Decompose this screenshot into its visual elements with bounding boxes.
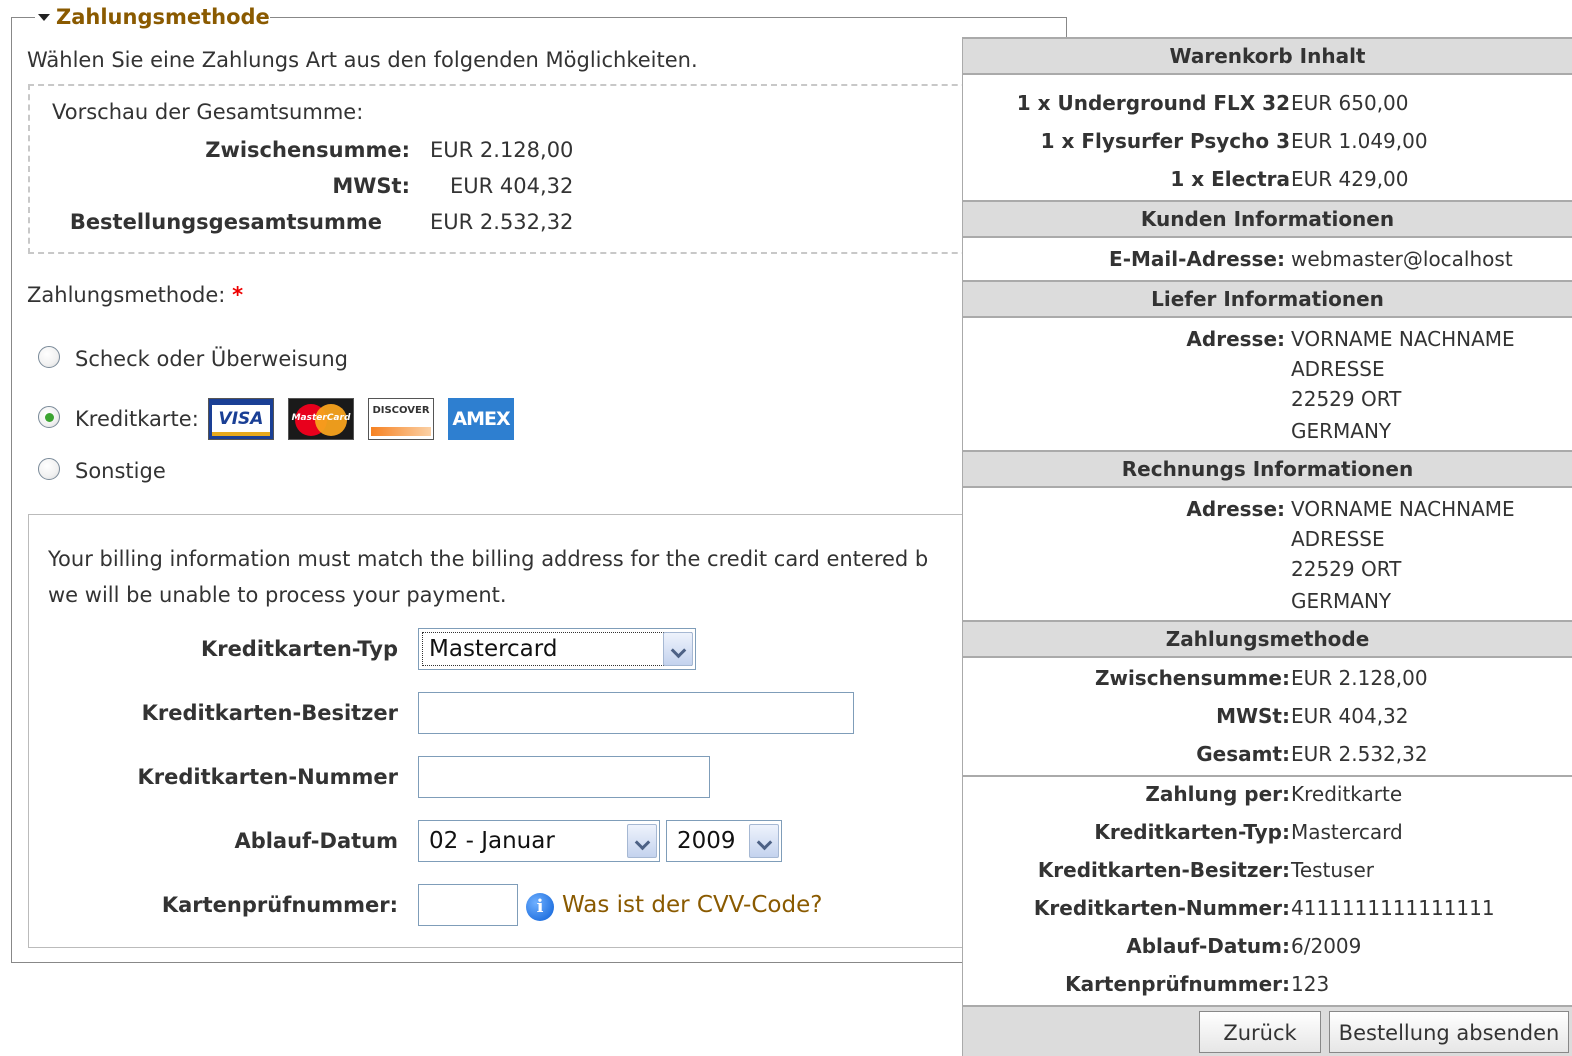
mastercard-logo-text: MasterCard bbox=[291, 413, 351, 423]
preview-label: Bestellungsgesamtsumme bbox=[69, 210, 382, 234]
summary-tax-label: MWSt: bbox=[1216, 704, 1290, 728]
card-type-label: Kreditkarten-Typ bbox=[200, 637, 398, 661]
payment-detail-label: Ablauf-Datum: bbox=[1126, 934, 1290, 958]
legend-title: Zahlungsmethode bbox=[56, 5, 270, 29]
discover-logo-text: DISCOVER bbox=[372, 405, 430, 416]
card-number-input[interactable] bbox=[418, 756, 710, 798]
cvv-label: Kartenprüfnummer: bbox=[161, 893, 398, 917]
payment-detail-value: 6/2009 bbox=[1291, 934, 1362, 958]
preview-title: Vorschau der Gesamtsumme: bbox=[52, 100, 364, 124]
shipping-line: GERMANY bbox=[1291, 419, 1392, 443]
expiry-month-select[interactable]: 02 - Januar bbox=[418, 820, 660, 862]
billing-line: 22529 ORT bbox=[1291, 557, 1402, 581]
preview-value: EUR 404,32 bbox=[450, 174, 574, 198]
preview-label: MWSt: bbox=[332, 174, 410, 198]
collapse-triangle-icon[interactable] bbox=[38, 13, 50, 21]
info-icon[interactable]: i bbox=[526, 893, 554, 921]
radio-kreditkarte[interactable] bbox=[38, 406, 60, 428]
cart-item-name: 1 x Electra bbox=[1170, 167, 1290, 191]
preview-value: EUR 2.532,32 bbox=[430, 210, 574, 234]
submit-order-button[interactable]: Bestellung absenden bbox=[1329, 1011, 1569, 1053]
total-preview-box: Vorschau der Gesamtsumme: Zwischensumme:… bbox=[28, 84, 1028, 254]
email-value: webmaster@localhost bbox=[1291, 247, 1513, 271]
shipping-header: Liefer Informationen bbox=[963, 280, 1572, 318]
billing-line: ADRESSE bbox=[1291, 527, 1385, 551]
shipping-line: 22529 ORT bbox=[1291, 387, 1402, 411]
cart-item-name: 1 x Underground FLX 32 bbox=[1016, 91, 1290, 115]
billing-line: GERMANY bbox=[1291, 589, 1392, 613]
fieldset-border-left bbox=[11, 17, 35, 18]
payment-intro: Wählen Sie eine Zahlungs Art aus den fol… bbox=[27, 48, 698, 72]
mastercard-logo-icon: MasterCard bbox=[288, 398, 354, 440]
fieldset-legend[interactable]: Zahlungsmethode bbox=[38, 2, 270, 32]
billing-notice: Your billing information must match the … bbox=[48, 541, 948, 613]
expiry-year-select[interactable]: 2009 bbox=[666, 820, 782, 862]
card-number-label: Kreditkarten-Nummer bbox=[137, 765, 398, 789]
discover-logo-icon: DISCOVER bbox=[368, 398, 434, 440]
amex-logo-text: AMEX bbox=[452, 408, 510, 430]
payment-detail-value: Kreditkarte bbox=[1291, 782, 1403, 806]
visa-logo-icon: VISA bbox=[208, 398, 274, 440]
cart-item-price: EUR 1.049,00 bbox=[1291, 129, 1428, 153]
radio-sonstige[interactable] bbox=[38, 458, 60, 480]
cart-item-price: EUR 429,00 bbox=[1291, 167, 1409, 191]
summary-separator bbox=[963, 775, 1572, 777]
payment-detail-label: Kreditkarten-Nummer: bbox=[1033, 896, 1290, 920]
payment-method-label: Zahlungsmethode: * bbox=[27, 283, 243, 307]
payment-detail-value: Testuser bbox=[1291, 858, 1375, 882]
card-owner-label: Kreditkarten-Besitzer bbox=[141, 701, 398, 725]
summary-total-label: Gesamt: bbox=[1196, 742, 1290, 766]
cvv-input[interactable] bbox=[418, 884, 518, 926]
option-label-sonstige[interactable]: Sonstige bbox=[75, 459, 166, 483]
payment-header: Zahlungsmethode bbox=[963, 620, 1572, 658]
back-button[interactable]: Zurück bbox=[1199, 1011, 1321, 1053]
card-type-select[interactable]: Mastercard bbox=[418, 628, 696, 670]
cvv-help-link[interactable]: Was ist der CVV-Code? bbox=[562, 892, 822, 918]
cart-item-price: EUR 650,00 bbox=[1291, 91, 1409, 115]
customer-header: Kunden Informationen bbox=[963, 200, 1572, 238]
expiry-label: Ablauf-Datum bbox=[234, 829, 398, 853]
summary-subtotal-value: EUR 2.128,00 bbox=[1291, 666, 1428, 690]
visa-logo-text: VISA bbox=[212, 405, 270, 433]
shipping-line: VORNAME NACHNAME bbox=[1291, 327, 1515, 351]
radio-scheck[interactable] bbox=[38, 346, 60, 368]
payment-detail-label: Kreditkarten-Typ: bbox=[1094, 820, 1290, 844]
option-label-scheck[interactable]: Scheck oder Überweisung bbox=[75, 347, 348, 371]
payment-detail-label: Zahlung per: bbox=[1145, 782, 1290, 806]
cart-header: Warenkorb Inhalt bbox=[963, 37, 1572, 75]
payment-detail-value: 4111111111111111 bbox=[1291, 896, 1495, 920]
cart-item-name: 1 x Flysurfer Psycho 3 bbox=[1040, 129, 1290, 153]
preview-value: EUR 2.128,00 bbox=[430, 138, 574, 162]
order-summary-panel: Warenkorb Inhalt 1 x Underground FLX 32 … bbox=[962, 37, 1572, 1056]
card-owner-input[interactable] bbox=[418, 692, 854, 734]
shipping-line: ADRESSE bbox=[1291, 357, 1385, 381]
fieldset-border-right bbox=[270, 17, 1067, 18]
amex-logo-icon: AMEX bbox=[448, 398, 514, 440]
chevron-down-icon[interactable] bbox=[663, 632, 693, 666]
summary-tax-value: EUR 404,32 bbox=[1291, 704, 1409, 728]
card-type-value: Mastercard bbox=[429, 636, 558, 662]
payment-detail-value: Mastercard bbox=[1291, 820, 1403, 844]
payment-detail-label: Kreditkarten-Besitzer: bbox=[1037, 858, 1290, 882]
expiry-year-value: 2009 bbox=[677, 828, 736, 854]
billing-notice-line1: Your billing information must match the … bbox=[48, 547, 929, 571]
billing-notice-line2: we will be unable to process your paymen… bbox=[48, 583, 507, 607]
payment-method-label-text: Zahlungsmethode: bbox=[27, 283, 226, 307]
option-label-kreditkarte[interactable]: Kreditkarte: bbox=[75, 407, 199, 431]
chevron-down-icon[interactable] bbox=[749, 824, 779, 858]
shipping-address-label: Adresse: bbox=[1186, 327, 1285, 351]
summary-footer: Zurück Bestellung absenden bbox=[963, 1005, 1572, 1056]
payment-detail-value: 123 bbox=[1291, 972, 1330, 996]
billing-header: Rechnungs Informationen bbox=[963, 450, 1572, 488]
billing-address-label: Adresse: bbox=[1186, 497, 1285, 521]
chevron-down-icon[interactable] bbox=[627, 824, 657, 858]
preview-label: Zwischensumme: bbox=[205, 138, 410, 162]
summary-subtotal-label: Zwischensumme: bbox=[1094, 666, 1290, 690]
expiry-month-value: 02 - Januar bbox=[429, 828, 555, 854]
summary-total-value: EUR 2.532,32 bbox=[1291, 742, 1428, 766]
payment-detail-label: Kartenprüfnummer: bbox=[1065, 972, 1290, 996]
required-marker: * bbox=[232, 283, 244, 307]
email-label: E-Mail-Adresse: bbox=[1109, 247, 1285, 271]
billing-line: VORNAME NACHNAME bbox=[1291, 497, 1515, 521]
